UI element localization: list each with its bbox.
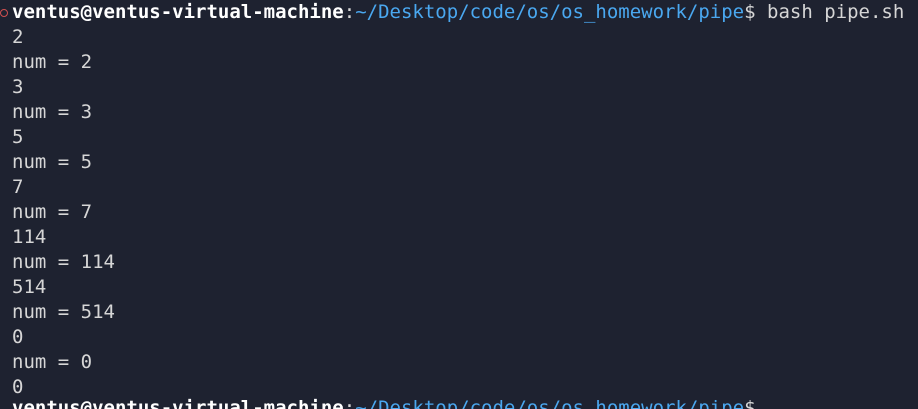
command-marker-icon: [0, 9, 8, 17]
next-prompt-symbol: $: [744, 397, 756, 409]
next-prompt-path: ~/Desktop/code/os/os_homework/pipe: [355, 397, 745, 409]
output-line: num = 514: [12, 301, 115, 323]
prompt-separator: :: [343, 1, 356, 23]
next-prompt-line: ventus@ventus-virtual-machine:~/Desktop/…: [12, 396, 756, 409]
output-line: 5: [12, 126, 24, 148]
output-line: 3: [12, 76, 24, 98]
output-line: num = 3: [12, 101, 93, 123]
next-prompt-user-host: ventus@ventus-virtual-machine: [12, 397, 344, 409]
next-prompt-separator: :: [343, 397, 356, 409]
output-line: num = 7: [12, 201, 93, 223]
output-line: 7: [12, 176, 24, 198]
output-line: num = 114: [12, 251, 115, 273]
prompt-line: ventus@ventus-virtual-machine:~/Desktop/…: [12, 0, 904, 25]
prompt-command: bash pipe.sh: [755, 1, 905, 23]
prompt-path: ~/Desktop/code/os/os_homework/pipe: [355, 1, 745, 23]
prompt-symbol: $: [744, 1, 756, 23]
prompt-user-host: ventus@ventus-virtual-machine: [12, 1, 344, 23]
output-line: 514: [12, 276, 47, 298]
output-line: 2: [12, 26, 24, 48]
output-line: 0: [12, 326, 24, 348]
output-line: num = 2: [12, 51, 93, 73]
output-line: 114: [12, 226, 47, 248]
terminal-window[interactable]: ventus@ventus-virtual-machine:~/Desktop/…: [0, 0, 918, 409]
output-line: num = 5: [12, 151, 93, 173]
output-line: num = 0: [12, 351, 93, 373]
